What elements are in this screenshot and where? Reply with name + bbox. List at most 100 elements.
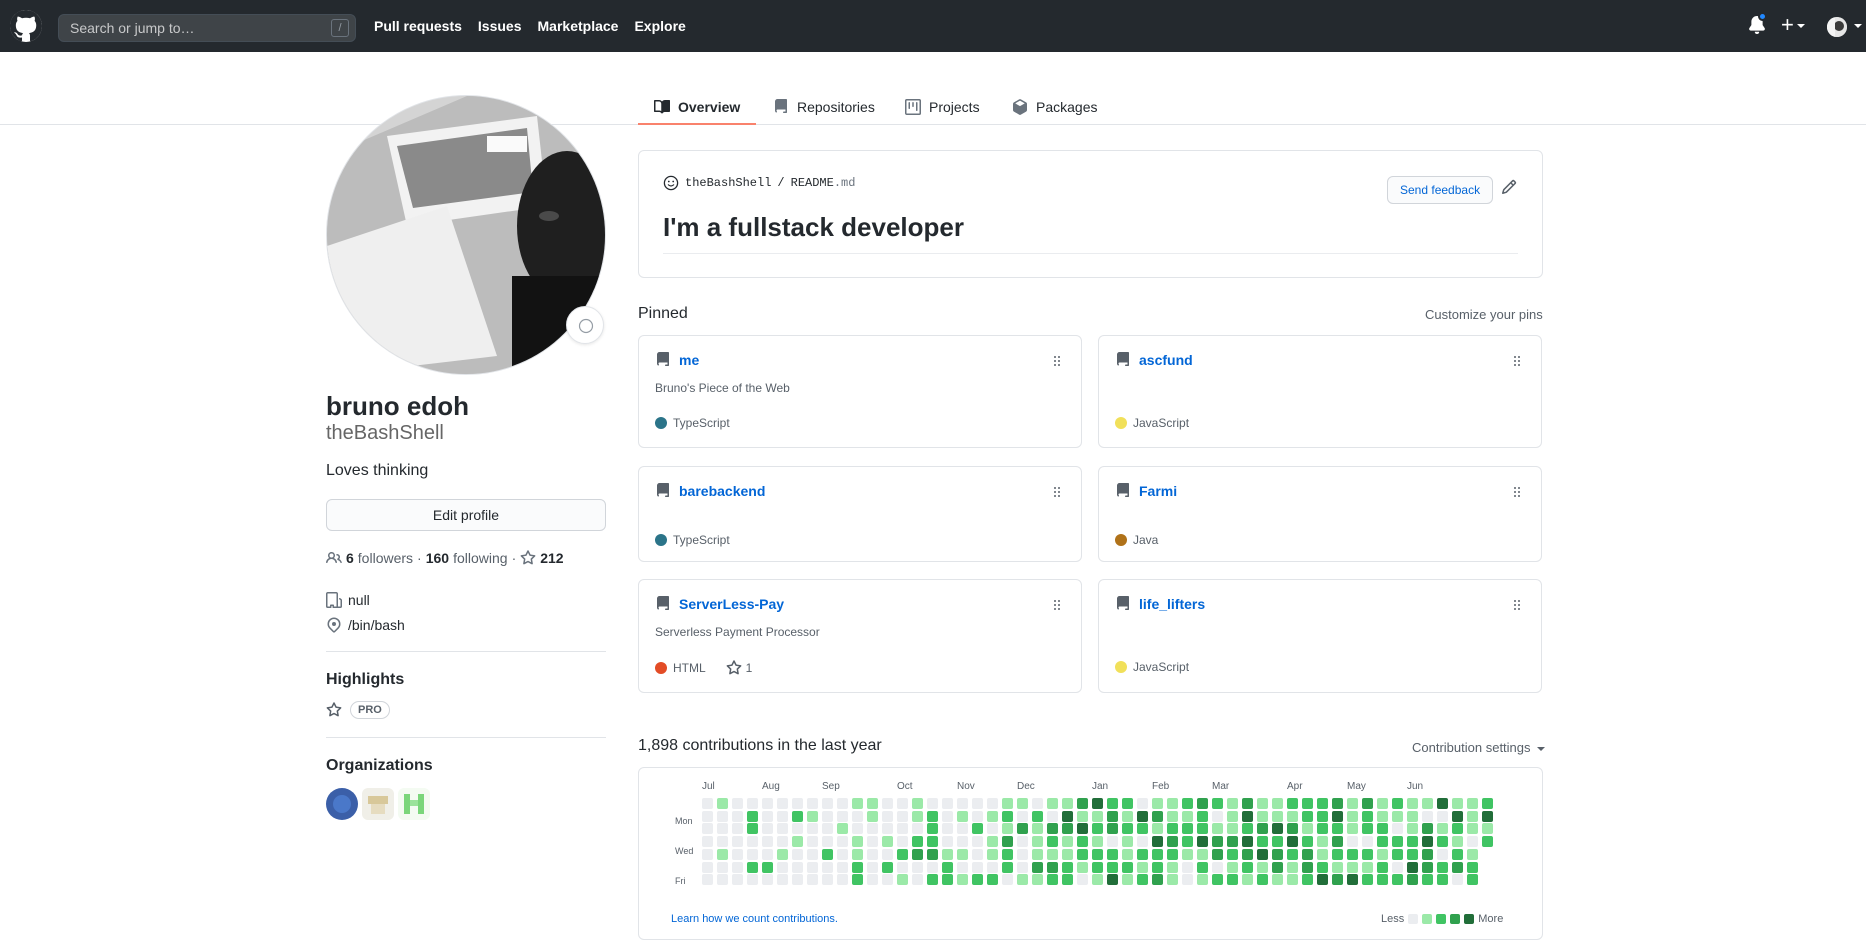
contribution-day[interactable]	[807, 836, 818, 848]
contribution-day[interactable]	[1242, 836, 1253, 848]
notifications-bell-icon[interactable]	[1748, 12, 1768, 36]
search-input[interactable]: Search or jump to… /	[58, 14, 356, 42]
contribution-day[interactable]	[1422, 823, 1433, 835]
contribution-day[interactable]	[1242, 874, 1253, 886]
contribution-day[interactable]	[1362, 861, 1373, 873]
contribution-day[interactable]	[1047, 874, 1058, 886]
contribution-day[interactable]	[1107, 836, 1118, 848]
contribution-day[interactable]	[1347, 810, 1358, 822]
contribution-day[interactable]	[1422, 874, 1433, 886]
contribution-day[interactable]	[1482, 836, 1493, 848]
contribution-day[interactable]	[1107, 874, 1118, 886]
contribution-day[interactable]	[867, 798, 878, 809]
contribution-day[interactable]	[732, 874, 743, 886]
contribution-day[interactable]	[1032, 874, 1043, 886]
contribution-day[interactable]	[882, 861, 893, 873]
contribution-day[interactable]	[1227, 848, 1238, 860]
contribution-day[interactable]	[1452, 823, 1463, 835]
contribution-day[interactable]	[1017, 874, 1028, 886]
contribution-day[interactable]	[1392, 848, 1403, 860]
contribution-day[interactable]	[1272, 823, 1283, 835]
contribution-day[interactable]	[822, 861, 833, 873]
contribution-day[interactable]	[792, 823, 803, 835]
contribution-day[interactable]	[1227, 823, 1238, 835]
contribution-day[interactable]	[717, 798, 728, 809]
learn-contributions-link[interactable]: Learn how we count contributions.	[671, 913, 838, 925]
contribution-day[interactable]	[792, 836, 803, 848]
contribution-day[interactable]	[972, 861, 983, 873]
contribution-day[interactable]	[1122, 810, 1133, 822]
contribution-day[interactable]	[1317, 810, 1328, 822]
contribution-day[interactable]	[837, 798, 848, 809]
contribution-day[interactable]	[1362, 836, 1373, 848]
contribution-day[interactable]	[897, 798, 908, 809]
contribution-day[interactable]	[837, 848, 848, 860]
contribution-day[interactable]	[1467, 798, 1478, 809]
contribution-day[interactable]	[1152, 861, 1163, 873]
contribution-day[interactable]	[1122, 874, 1133, 886]
contribution-day[interactable]	[1347, 836, 1358, 848]
contribution-day[interactable]	[1437, 848, 1448, 860]
contribution-day[interactable]	[1002, 861, 1013, 873]
contribution-day[interactable]	[807, 874, 818, 886]
contribution-day[interactable]	[927, 810, 938, 822]
contribution-day[interactable]	[1092, 836, 1103, 848]
contribution-day[interactable]	[702, 861, 713, 873]
contribution-day[interactable]	[1167, 836, 1178, 848]
contribution-day[interactable]	[1467, 810, 1478, 822]
tab-packages[interactable]: Packages	[1012, 90, 1097, 124]
contribution-day[interactable]	[912, 848, 923, 860]
readme-file[interactable]: README.md	[791, 176, 856, 190]
contribution-day[interactable]	[1287, 836, 1298, 848]
contribution-day[interactable]	[777, 798, 788, 809]
contribution-day[interactable]	[1242, 861, 1253, 873]
contribution-day[interactable]	[1407, 810, 1418, 822]
contribution-day[interactable]	[837, 836, 848, 848]
contribution-day[interactable]	[822, 836, 833, 848]
contribution-day[interactable]	[1152, 874, 1163, 886]
grabber-icon[interactable]	[1509, 484, 1525, 500]
pinned-repo-stars[interactable]: 1	[726, 660, 752, 676]
contribution-day[interactable]	[1392, 861, 1403, 873]
contribution-day[interactable]	[1167, 823, 1178, 835]
contribution-day[interactable]	[1302, 848, 1313, 860]
contribution-day[interactable]	[1287, 874, 1298, 886]
contribution-day[interactable]	[1272, 810, 1283, 822]
contribution-day[interactable]	[717, 861, 728, 873]
contribution-day[interactable]	[1197, 874, 1208, 886]
contribution-day[interactable]	[1332, 823, 1343, 835]
contribution-day[interactable]	[807, 861, 818, 873]
contribution-day[interactable]	[1077, 798, 1088, 809]
contribution-day[interactable]	[972, 874, 983, 886]
org-avatar[interactable]	[326, 788, 358, 820]
grabber-icon[interactable]	[1049, 484, 1065, 500]
contribution-day[interactable]	[1287, 861, 1298, 873]
contribution-day[interactable]	[702, 836, 713, 848]
customize-pins-link[interactable]: Customize your pins	[1425, 307, 1543, 323]
contribution-day[interactable]	[957, 798, 968, 809]
contribution-day[interactable]	[1302, 810, 1313, 822]
contribution-day[interactable]	[1212, 861, 1223, 873]
contribution-day[interactable]	[1377, 848, 1388, 860]
contribution-day[interactable]	[1467, 823, 1478, 835]
contribution-day[interactable]	[807, 848, 818, 860]
contribution-day[interactable]	[1332, 848, 1343, 860]
contribution-day[interactable]	[897, 823, 908, 835]
contribution-day[interactable]	[1047, 861, 1058, 873]
contribution-day[interactable]	[1197, 848, 1208, 860]
contribution-day[interactable]	[1272, 836, 1283, 848]
contribution-settings-dropdown[interactable]: Contribution settings	[1412, 740, 1546, 756]
contribution-day[interactable]	[1437, 810, 1448, 822]
contribution-day[interactable]	[1167, 810, 1178, 822]
contribution-day[interactable]	[747, 836, 758, 848]
contribution-day[interactable]	[1452, 810, 1463, 822]
contribution-day[interactable]	[927, 836, 938, 848]
contribution-day[interactable]	[1167, 874, 1178, 886]
contribution-day[interactable]	[807, 823, 818, 835]
contribution-day[interactable]	[957, 836, 968, 848]
contribution-day[interactable]	[867, 823, 878, 835]
contribution-day[interactable]	[1047, 836, 1058, 848]
nav-pull-requests[interactable]: Pull requests	[374, 17, 462, 35]
contribution-day[interactable]	[1392, 836, 1403, 848]
contribution-day[interactable]	[1482, 798, 1493, 809]
